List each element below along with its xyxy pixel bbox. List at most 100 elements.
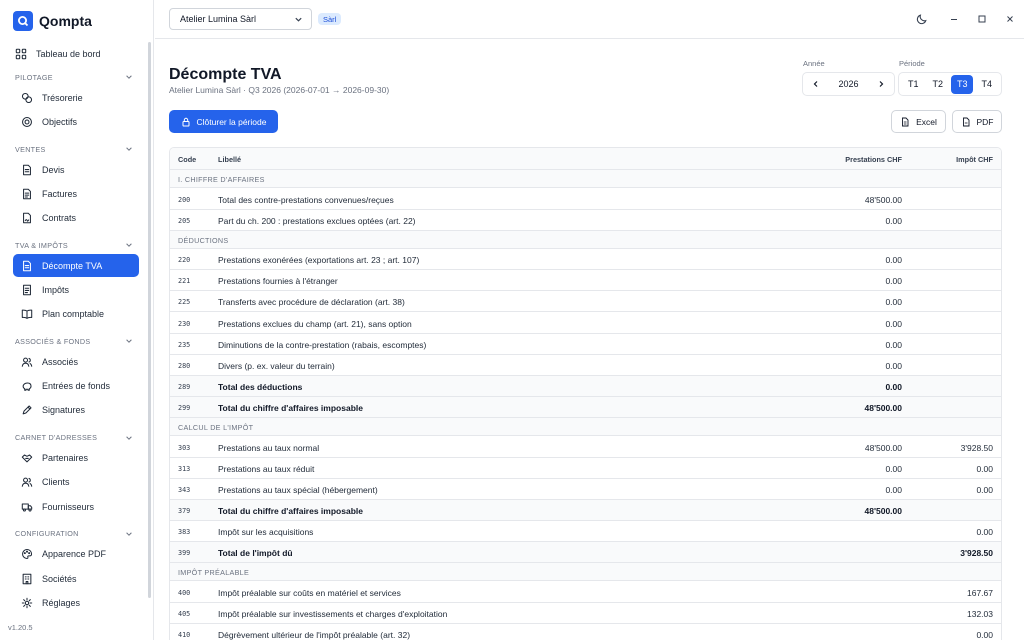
row-label: Prestations au taux réduit <box>218 463 315 474</box>
table-row[interactable]: 303 Prestations au taux normal 48'500.00 3'… <box>170 436 1001 458</box>
brand[interactable]: Qompta <box>13 10 92 32</box>
sidebar-section-pilotage[interactable]: PILOTAGE <box>15 70 133 84</box>
table-row[interactable]: 299 Total du chiffre d'affaires imposable… <box>170 396 1001 418</box>
theme-toggle-button[interactable] <box>914 11 930 27</box>
sidebar-item-clients[interactable]: Clients <box>13 471 139 494</box>
table-row[interactable]: 379 Total du chiffre d'affaires imposable… <box>170 499 1001 521</box>
close-button[interactable] <box>1002 11 1018 27</box>
table-row[interactable]: 343 Prestations au taux spécial (hébergem… <box>170 478 1001 500</box>
sidebar-item-dashboard[interactable]: Tableau de bord <box>6 42 132 65</box>
minimize-button[interactable] <box>946 11 962 27</box>
sidebar-item-label: Signatures <box>42 405 86 416</box>
sidebar-section-associes-fonds[interactable]: ASSOCIÉS & FONDS <box>15 334 133 348</box>
row-code: 303 <box>178 443 191 452</box>
table-row[interactable]: 400 Impôt préalable sur coûts en matériel… <box>170 581 1001 603</box>
row-code: 410 <box>178 630 191 639</box>
sidebar-item-contrats[interactable]: Contrats <box>13 206 139 229</box>
table-row[interactable]: 280 Divers (p. ex. valeur du terrain) 0.00 <box>170 354 1001 376</box>
company-select[interactable]: Atelier Lumina Sàrl <box>169 8 312 30</box>
export-pdf-button[interactable]: PDF <box>952 110 1002 133</box>
spreadsheet-icon <box>902 117 909 126</box>
table-row[interactable]: 289 Total des déductions 0.00 <box>170 375 1001 397</box>
close-period-button[interactable]: Clôturer la période <box>169 110 278 133</box>
lock-icon <box>182 117 190 126</box>
table-row[interactable]: 225 Transferts avec procédure de déclarat… <box>170 291 1001 313</box>
table-row[interactable]: 235 Diminutions de la contre-prestation (… <box>170 333 1001 355</box>
period-tab-t3[interactable]: T3 <box>951 74 974 94</box>
sidebar-item-entrees-de-fonds[interactable]: Entrées de fonds <box>13 375 139 398</box>
period-tab-t4[interactable]: T4 <box>976 75 998 94</box>
year-selector: 2026 <box>802 72 895 96</box>
sidebar-section-ventes[interactable]: VENTES <box>15 142 133 156</box>
row-prestations: 0.00 <box>885 255 902 266</box>
table-header: Code Libellé Prestations CHF Impôt CHF <box>170 148 1001 170</box>
row-label: Prestations fournies à l'étranger <box>218 276 338 287</box>
sidebar-item-associes[interactable]: Associés <box>13 350 139 373</box>
table-row[interactable]: 221 Prestations fournies à l'étranger 0.00 <box>170 270 1001 292</box>
sidebar-item-objectifs[interactable]: Objectifs <box>13 110 139 133</box>
invoice-icon <box>23 188 31 199</box>
document-icon <box>23 260 31 271</box>
maximize-button[interactable] <box>974 11 990 27</box>
section-title: DÉDUCTIONS <box>178 235 229 245</box>
users-icon <box>21 357 33 367</box>
sidebar-scrollbar[interactable] <box>148 42 151 598</box>
table-section-header: IMPÔT PRÉALABLE <box>170 563 1001 582</box>
sidebar-item-fournisseurs[interactable]: Fournisseurs <box>13 495 139 518</box>
sidebar-item-plan-comptable[interactable]: Plan comptable <box>13 303 139 326</box>
sidebar-item-reglages[interactable]: Réglages <box>13 591 139 614</box>
app-version: v1.20.5 <box>8 623 33 632</box>
sidebar-item-apparence-pdf[interactable]: Apparence PDF <box>13 543 139 566</box>
export-excel-button[interactable]: Excel <box>891 110 946 133</box>
th-label: Libellé <box>218 155 242 164</box>
sidebar-item-label: Factures <box>42 188 78 199</box>
table-row[interactable]: 383 Impôt sur les acquisitions 0.00 <box>170 520 1001 542</box>
sidebar-item-signatures[interactable]: Signatures <box>13 399 139 422</box>
table-row[interactable]: 220 Prestations exonérées (exportations a… <box>170 249 1001 271</box>
sidebar-item-label: Sociétés <box>42 573 77 584</box>
sidebar-item-label: Entrées de fonds <box>42 381 111 392</box>
chevron-down-icon <box>295 17 302 22</box>
row-label: Prestations exonérées (exportations art.… <box>218 255 420 266</box>
row-code: 289 <box>178 382 191 391</box>
main-content: Décompte TVA Atelier Lumina Sàrl · Q3 20… <box>155 40 1024 640</box>
row-code: 405 <box>178 609 191 618</box>
sidebar-item-label: Trésorerie <box>42 92 83 103</box>
table-row[interactable]: 200 Total des contre-prestations convenue… <box>170 188 1001 210</box>
pdf-file-icon <box>962 117 969 126</box>
table-row[interactable]: 205 Part du ch. 200 : prestations exclues… <box>170 209 1001 231</box>
row-label: Prestations au taux normal <box>218 442 320 453</box>
row-label: Transferts avec procédure de déclaration… <box>218 297 405 308</box>
row-impot: 0.00 <box>976 484 993 495</box>
sidebar-section-configuration[interactable]: CONFIGURATION <box>15 527 133 541</box>
year-next-button[interactable] <box>872 75 890 93</box>
palette-icon <box>22 549 33 560</box>
sidebar-item-devis[interactable]: Devis <box>13 158 139 181</box>
year-prev-button[interactable] <box>807 75 825 93</box>
row-code: 220 <box>178 256 191 265</box>
sidebar-item-decompte-tva[interactable]: Décompte TVA <box>13 254 139 278</box>
tax-icon <box>23 284 31 296</box>
row-code: 205 <box>178 216 191 225</box>
sidebar-item-societes[interactable]: Sociétés <box>13 567 139 590</box>
row-impot: 3'928.50 <box>960 442 993 453</box>
sidebar-item-impots[interactable]: Impôts <box>13 278 139 301</box>
period-tab-t1[interactable]: T1 <box>902 75 924 94</box>
sidebar-item-tresorerie[interactable]: Trésorerie <box>13 86 139 109</box>
sidebar-section-carnet-d-adresses[interactable]: CARNET D'ADRESSES <box>15 431 133 445</box>
handshake-icon <box>21 454 33 463</box>
row-prestations: 0.00 <box>885 484 902 495</box>
row-code: 299 <box>178 403 191 412</box>
row-prestations: 0.00 <box>885 360 902 371</box>
table-row[interactable]: 410 Dégrèvement ultérieur de l'impôt préa… <box>170 623 1001 640</box>
sidebar-item-factures[interactable]: Factures <box>13 182 139 205</box>
table-row[interactable]: 399 Total de l'impôt dû 3'928.50 <box>170 542 1001 563</box>
table-row[interactable]: 313 Prestations au taux réduit 0.00 0.00 <box>170 457 1001 479</box>
sidebar-item-partenaires[interactable]: Partenaires <box>13 447 139 470</box>
row-impot: 0.00 <box>976 526 993 537</box>
sidebar-item-label: Objectifs <box>42 116 78 127</box>
table-row[interactable]: 405 Impôt préalable sur investissements e… <box>170 602 1001 624</box>
period-tab-t2[interactable]: T2 <box>927 75 949 94</box>
table-row[interactable]: 230 Prestations exclues du champ (art. 21… <box>170 312 1001 334</box>
sidebar-section-tva-impots[interactable]: TVA & IMPÔTS <box>15 238 133 252</box>
